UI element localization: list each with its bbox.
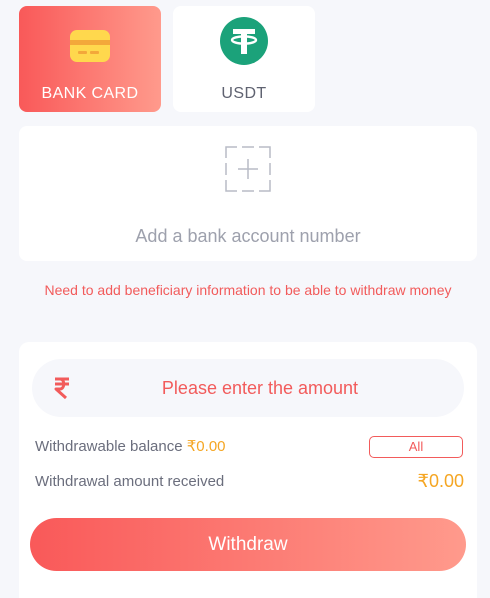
add-bank-account-text: Add a bank account number (135, 226, 361, 246)
withdraw-button[interactable]: Withdraw (30, 518, 466, 571)
all-button[interactable]: All (369, 436, 463, 458)
withdrawable-balance-value: ₹0.00 (186, 438, 226, 455)
bank-card-icon (69, 23, 111, 69)
tab-usdt-label: USDT (221, 85, 267, 102)
add-icon (225, 146, 271, 197)
payment-method-tabs: BANK CARD USDT (19, 6, 315, 112)
tab-usdt[interactable]: USDT (173, 6, 315, 112)
tab-bank-card[interactable]: BANK CARD (19, 6, 161, 112)
add-bank-account-card[interactable]: Add a bank account number (19, 126, 477, 261)
tab-bank-card-label: BANK CARD (41, 85, 139, 102)
withdrawable-balance: Withdrawable balance ₹0.00 (35, 437, 226, 455)
withdrawable-balance-label: Withdrawable balance (35, 438, 183, 455)
beneficiary-warning: Need to add beneficiary information to b… (44, 282, 452, 298)
withdrawal-received-value: ₹0.00 (417, 471, 465, 491)
amount-input[interactable]: Please enter the amount (32, 359, 464, 417)
amount-placeholder: Please enter the amount (161, 378, 359, 398)
tether-icon (220, 17, 268, 65)
withdraw-amount-card: Please enter the amount Withdrawable bal… (19, 342, 477, 598)
withdrawal-received-label: Withdrawal amount received (35, 473, 225, 490)
